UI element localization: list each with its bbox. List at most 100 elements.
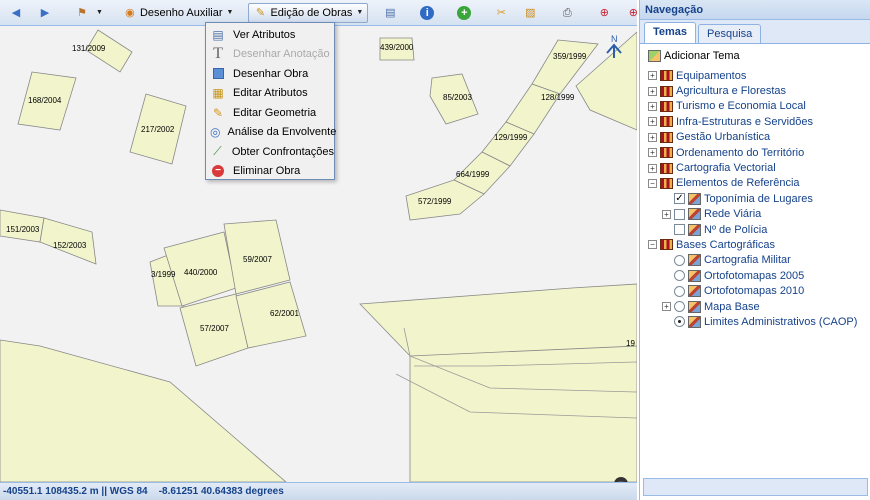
expand-icon[interactable]: + xyxy=(662,302,671,312)
menu-item-label: Desenhar Anotação xyxy=(233,48,330,61)
expand-icon[interactable]: + xyxy=(648,117,657,127)
menu-item-analise-envolvente[interactable]: ◎ Análise da Envolvente xyxy=(206,123,336,143)
edicao-obras-button[interactable]: ✎ Edição de Obras ▼ xyxy=(248,2,369,23)
tree-node-label: Cartografia Militar xyxy=(704,254,791,267)
parcel-label: 3/1999 xyxy=(151,270,176,279)
expand-icon[interactable]: + xyxy=(648,163,657,173)
tree-node-label: Turismo e Economia Local xyxy=(676,100,806,113)
tree-node-ortofotomapas-2005[interactable]: Ortofotomapas 2005 xyxy=(648,268,870,283)
tree-node-rede-viaria[interactable]: + Rede Viária xyxy=(648,207,870,222)
add-button[interactable]: + xyxy=(452,3,479,23)
layer-icon xyxy=(688,285,701,298)
delete-icon: − xyxy=(210,163,226,179)
chart-icon: ⟋ xyxy=(213,144,222,159)
caret-icon: ▼ xyxy=(226,9,234,16)
tree-node-n-policia[interactable]: Nº de Polícia xyxy=(648,222,870,237)
basemap-radio[interactable] xyxy=(674,254,685,266)
menu-item-obter-confrontacoes[interactable]: ⟋ Obter Confrontações xyxy=(206,142,334,162)
layer-icon xyxy=(688,192,701,205)
parcel-label: 59/2007 xyxy=(243,255,272,264)
menu-item-editar-atributos[interactable]: ▦ Editar Atributos xyxy=(206,84,334,104)
layer-icon xyxy=(688,223,701,236)
tree-node-infra-estruturas[interactable]: + Infra-Estruturas e Servidões xyxy=(648,114,870,129)
menu-item-desenhar-anotacao[interactable]: T Desenhar Anotação xyxy=(206,45,334,65)
attribute-table-button[interactable]: ▤ xyxy=(378,3,405,23)
analysis-icon: ◎ xyxy=(210,125,221,140)
edit-table-icon: ▦ xyxy=(212,86,224,101)
measure-button[interactable]: ✂ xyxy=(489,3,516,23)
north-label: N xyxy=(611,34,618,44)
collapse-icon[interactable]: − xyxy=(648,178,657,188)
menu-item-editar-geometria[interactable]: ✎ Editar Geometria xyxy=(206,103,334,123)
parcel-label: 440/2000 xyxy=(184,268,218,277)
tree-node-label: Cartografia Vectorial xyxy=(676,162,776,175)
add-theme-button[interactable]: Adicionar Tema xyxy=(648,50,870,62)
navigation-panel: Navegação Temas Pesquisa Adicionar Tema … xyxy=(639,0,870,500)
expand-icon[interactable]: + xyxy=(648,71,657,81)
coordinates-status: -40551.1 108435.2 m || WGS 84 -8.61251 4… xyxy=(0,482,637,500)
tools-dropdown-button[interactable]: ⚑ ▼ xyxy=(70,3,108,23)
expand-icon[interactable]: + xyxy=(648,101,657,111)
expand-icon[interactable]: + xyxy=(648,86,657,96)
parcel-polygon[interactable] xyxy=(0,339,287,482)
edicao-obras-menu: ▤ Ver Atributos T Desenhar Anotação Desenh… xyxy=(205,22,336,182)
expand-icon[interactable]: + xyxy=(662,209,671,219)
tab-pesquisa[interactable]: Pesquisa xyxy=(698,24,762,43)
tree-node-limites-caop[interactable]: Limites Administrativos (CAOP) xyxy=(648,314,870,329)
tab-temas[interactable]: Temas xyxy=(644,22,697,43)
parcel-label: 664/1999 xyxy=(456,170,490,179)
table-icon: ▤ xyxy=(385,6,396,19)
layer-checkbox[interactable]: ✓ xyxy=(674,193,685,205)
menu-item-eliminar-obra[interactable]: − Eliminar Obra xyxy=(206,162,334,182)
parcel-label: 62/2001 xyxy=(270,309,299,318)
caret-icon: ▼ xyxy=(96,9,103,16)
tree-node-cartografia-vectorial[interactable]: + Cartografia Vectorial xyxy=(648,160,870,175)
expand-icon[interactable]: + xyxy=(648,132,657,142)
tree-node-label: Agricultura e Florestas xyxy=(676,85,787,98)
desenho-auxiliar-button[interactable]: ◉ Desenho Auxiliar ▼ xyxy=(118,3,239,23)
arrow-right-icon: ▶ xyxy=(40,6,50,19)
menu-item-ver-atributos[interactable]: ▤ Ver Atributos xyxy=(206,25,334,45)
parcel-label: 359/1999 xyxy=(553,52,587,61)
tree-node-cartografia-militar[interactable]: Cartografia Militar xyxy=(648,253,870,268)
tree-node-agricultura[interactable]: + Agricultura e Florestas xyxy=(648,83,870,98)
layer-checkbox[interactable] xyxy=(674,208,685,220)
tree-node-elementos-referencia[interactable]: − Elementos de Referência xyxy=(648,176,870,191)
parcel-label: 85/2003 xyxy=(443,93,472,102)
tree-node-label: Bases Cartográficas xyxy=(676,238,776,251)
basemap-radio[interactable] xyxy=(674,301,685,313)
tree-node-gestao-urbanistica[interactable]: + Gestão Urbanística xyxy=(648,130,870,145)
tree-node-bases-cartograficas[interactable]: − Bases Cartográficas xyxy=(648,237,870,252)
tree-node-mapa-base[interactable]: + Mapa Base xyxy=(648,299,870,314)
forward-button[interactable]: ▶ xyxy=(33,3,60,23)
back-button[interactable]: ◀ xyxy=(4,3,31,23)
basemap-radio[interactable] xyxy=(674,316,685,328)
tree-node-equipamentos[interactable]: + Equipamentos xyxy=(648,68,870,83)
add-theme-label: Adicionar Tema xyxy=(664,50,740,62)
basemap-radio[interactable] xyxy=(674,285,685,297)
tree-node-ordenamento[interactable]: + Ordenamento do Território xyxy=(648,145,870,160)
tree-node-label: Gestão Urbanística xyxy=(676,131,771,144)
collapse-icon[interactable]: − xyxy=(648,240,657,250)
tree-node-turismo[interactable]: + Turismo e Economia Local xyxy=(648,99,870,114)
table-icon: ▤ xyxy=(212,27,224,42)
theme-group-icon xyxy=(660,100,673,112)
locate-x-button[interactable]: ⊕ xyxy=(592,3,619,23)
map-tool-button[interactable]: ▨ xyxy=(518,3,545,23)
print-button[interactable]: ⎙ xyxy=(555,3,582,23)
menu-item-label: Eliminar Obra xyxy=(233,165,301,178)
signpost-icon: ⚑ xyxy=(77,6,87,19)
tree-node-ortofotomapas-2010[interactable]: Ortofotomapas 2010 xyxy=(648,283,870,298)
parcel-label: 572/1999 xyxy=(418,197,452,206)
info-button[interactable]: i xyxy=(415,3,442,23)
edicao-obras-label: Edição de Obras xyxy=(270,6,353,19)
parcel-label: 217/2002 xyxy=(141,125,175,134)
menu-item-desenhar-obra[interactable]: Desenhar Obra xyxy=(206,64,334,84)
expand-icon[interactable]: + xyxy=(648,148,657,158)
layer-checkbox[interactable] xyxy=(674,224,685,236)
basemap-radio[interactable] xyxy=(674,270,685,282)
tree-node-toponimia[interactable]: ✓ Toponímia de Lugares xyxy=(648,191,870,206)
